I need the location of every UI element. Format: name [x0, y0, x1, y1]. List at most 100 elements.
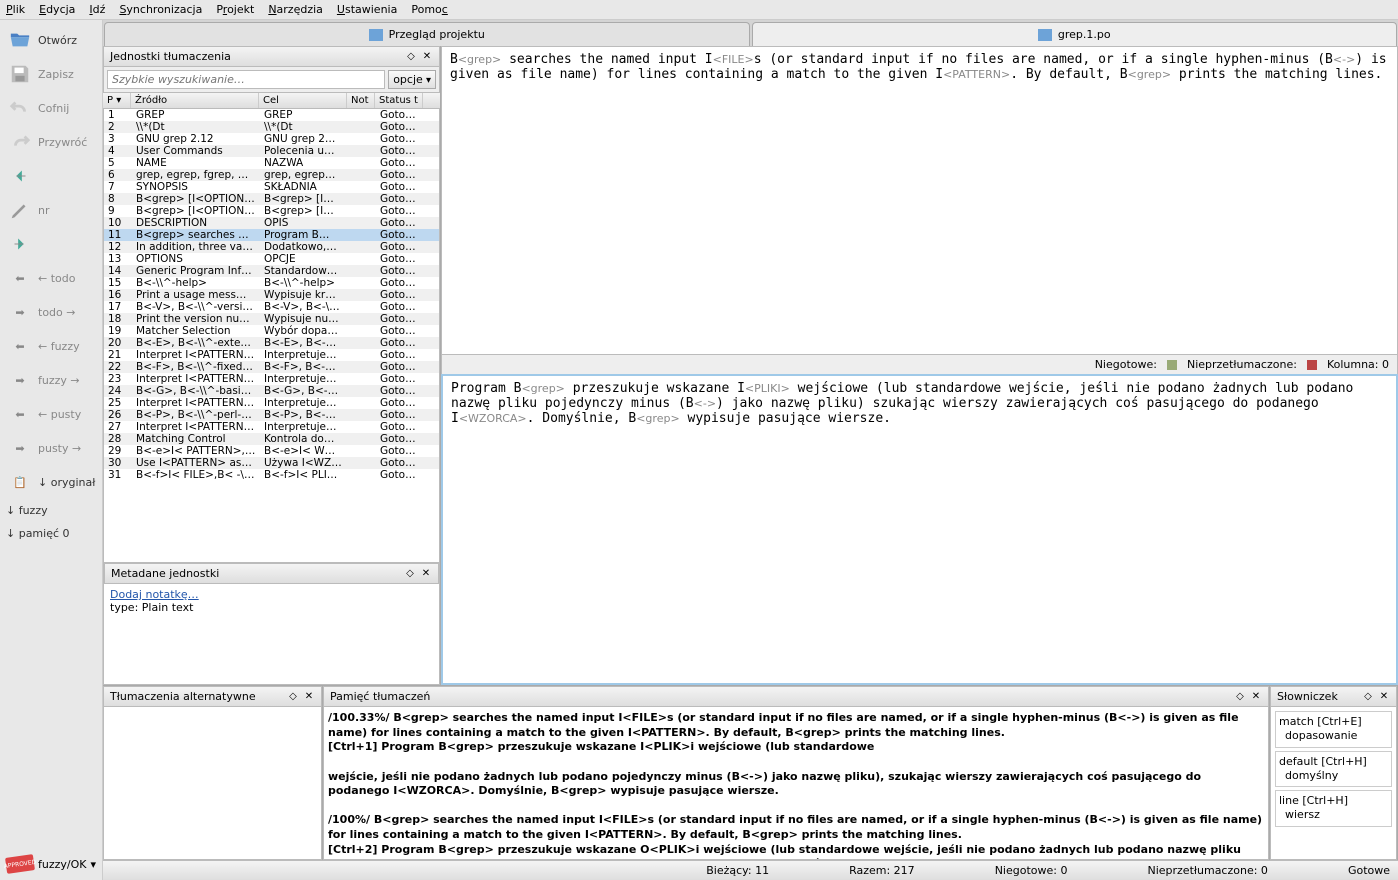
untranslated-indicator-icon	[1307, 360, 1317, 370]
close-icon[interactable]: ✕	[1250, 691, 1262, 703]
undock-icon[interactable]: ◇	[1234, 691, 1246, 703]
approved-stamp-icon: APPROVED	[5, 854, 35, 874]
pusty-left-icon: ⬅	[6, 402, 34, 426]
options-button[interactable]: opcje ▾	[388, 70, 436, 89]
glossary-panel-body[interactable]: match [Ctrl+E]dopasowaniedefault [Ctrl+H…	[1270, 707, 1397, 860]
menu-narzedzia[interactable]: Narzędzia	[268, 3, 323, 16]
fuzzy-ok-button[interactable]: APPROVED fuzzy/OK ▾	[2, 852, 100, 876]
menu-synchronizacja[interactable]: Synchronizacja	[119, 3, 202, 16]
editor-status-bar: Niegotowe: Nieprzetłumaczone: Kolumna: 0	[441, 355, 1398, 374]
document-icon	[369, 29, 383, 41]
glossary-item[interactable]: default [Ctrl+H]domyślny	[1275, 751, 1392, 788]
table-row[interactable]: 16Print a usage mess…Wypisuje kr…Gotowe	[104, 289, 439, 301]
table-row[interactable]: 22B<-F>, B<-\\^-fixed…B<-F>, B<-…Gotowe	[104, 361, 439, 373]
pusty-right-icon: ➡	[6, 436, 34, 460]
nav-prev-button[interactable]	[2, 160, 100, 192]
redo-button[interactable]: Przywróć	[2, 126, 100, 158]
glossary-item[interactable]: match [Ctrl+E]dopasowanie	[1275, 711, 1392, 748]
table-row[interactable]: 18Print the version nu…Wypisuje nu…Gotow…	[104, 313, 439, 325]
table-row[interactable]: 8B<grep> [I<OPTION…B<grep> [I…Gotowe	[104, 193, 439, 205]
fuzzy-left-button[interactable]: ⬅← fuzzy	[2, 330, 100, 362]
alt-title: Tłumaczenia alternatywne	[110, 690, 256, 703]
add-note-link[interactable]: Dodaj notatkę…	[110, 588, 199, 601]
table-row[interactable]: 10DESCRIPTIONOPISGotowe	[104, 217, 439, 229]
undo-button[interactable]: Cofnij	[2, 92, 100, 124]
undock-icon[interactable]: ◇	[404, 568, 416, 580]
pusty-left-button[interactable]: ⬅← pusty	[2, 398, 100, 430]
menu-edycja[interactable]: Edycja	[39, 3, 75, 16]
undock-icon[interactable]: ◇	[287, 691, 299, 703]
menu-ustawienia[interactable]: Ustawienia	[337, 3, 397, 16]
fuzzy-right-button[interactable]: ➡fuzzy →	[2, 364, 100, 396]
units-table[interactable]: 1GREPGREPGotowe2\\*(Dt\\*(DtGotowe3GNU g…	[103, 109, 440, 563]
table-row[interactable]: 11B<grep> searches …Program B…Gotowe	[104, 229, 439, 241]
table-row[interactable]: 20B<-E>, B<-\\^-exte…B<-E>, B<-…Gotowe	[104, 337, 439, 349]
save-button[interactable]: Zapisz	[2, 58, 100, 90]
tab-label: grep.1.po	[1058, 28, 1111, 41]
table-row[interactable]: 3GNU grep 2.12GNU grep 2…Gotowe	[104, 133, 439, 145]
table-row[interactable]: 31B<-f>I< FILE>,B< -\…B<-f>I< PLI…Gotowe	[104, 469, 439, 481]
table-row[interactable]: 5NAMENAZWAGotowe	[104, 157, 439, 169]
memory-panel-body[interactable]: /100.33%/ B<grep> searches the named inp…	[323, 707, 1269, 860]
pamiec-button[interactable]: ↓ pamięć 0	[2, 523, 100, 544]
col-target[interactable]: Cel	[259, 93, 347, 108]
table-row[interactable]: 6grep, egrep, fgrep, …grep, egrep…Gotowe	[104, 169, 439, 181]
glossary-title: Słowniczek	[1277, 690, 1338, 703]
undo-icon	[6, 96, 34, 120]
oryginal-button[interactable]: 📋↓ oryginał	[2, 466, 100, 498]
tab-grep-po[interactable]: grep.1.po	[752, 22, 1398, 46]
todo-right-icon: ➡	[6, 300, 34, 324]
todo-left-button[interactable]: ⬅← todo	[2, 262, 100, 294]
col-pv[interactable]: P ▾	[103, 93, 131, 108]
glossary-item[interactable]: line [Ctrl+H]wiersz	[1275, 790, 1392, 827]
col-status[interactable]: Status t	[375, 93, 423, 108]
close-icon[interactable]: ✕	[303, 691, 315, 703]
type-line: type: Plain text	[110, 601, 193, 614]
search-input[interactable]	[107, 70, 385, 89]
table-row[interactable]: 27Interpret I<PATTERN…Interpretuje…Gotow…	[104, 421, 439, 433]
table-row[interactable]: 17B<-V>, B<-\\^-versi…B<-V>, B<-\…Gotowe	[104, 301, 439, 313]
left-toolbar: Otwórz Zapisz Cofnij Przywróć nr ⬅← todo…	[0, 20, 103, 880]
table-row[interactable]: 2\\*(Dt\\*(DtGotowe	[104, 121, 439, 133]
alt-panel-header: Tłumaczenia alternatywne ◇ ✕	[103, 686, 322, 707]
close-icon[interactable]: ✕	[421, 51, 433, 63]
table-row[interactable]: 15B<-\\^-help>B<-\\^-help>Gotowe	[104, 277, 439, 289]
undock-icon[interactable]: ◇	[405, 51, 417, 63]
table-row[interactable]: 30Use I<PATTERN> as…Używa I<WZ…Gotowe	[104, 457, 439, 469]
pusty-right-button[interactable]: ➡pusty →	[2, 432, 100, 464]
nav-next-button[interactable]	[2, 228, 100, 260]
table-row[interactable]: 24B<-G>, B<-\\^-basi…B<-G>, B<-…Gotowe	[104, 385, 439, 397]
menu-pomoc[interactable]: Pomoc	[411, 3, 447, 16]
target-text-pane[interactable]: Program B<grep> przeszukuje wskazane I<P…	[441, 374, 1398, 685]
menu-projekt[interactable]: Projekt	[216, 3, 254, 16]
table-row[interactable]: 28Matching ControlKontrola do…Gotowe	[104, 433, 439, 445]
table-row[interactable]: 26B<-P>, B<-\\^-perl-…B<-P>, B<-…Gotowe	[104, 409, 439, 421]
table-row[interactable]: 7SYNOPSISSKŁADNIAGotowe	[104, 181, 439, 193]
arrow-left-icon	[6, 164, 34, 188]
nr-button[interactable]: nr	[2, 194, 100, 226]
table-row[interactable]: 19Matcher SelectionWybór dopa…Gotowe	[104, 325, 439, 337]
table-row[interactable]: 23Interpret I<PATTERN…Interpretuje…Gotow…	[104, 373, 439, 385]
folder-open-icon	[6, 28, 34, 52]
table-row[interactable]: 25Interpret I<PATTERN…Interpretuje…Gotow…	[104, 397, 439, 409]
table-row[interactable]: 21Interpret I<PATTERN…Interpretuje…Gotow…	[104, 349, 439, 361]
table-row[interactable]: 9B<grep> [I<OPTION…B<grep> [I…Gotowe	[104, 205, 439, 217]
menu-idz[interactable]: Idź	[89, 3, 105, 16]
fuzzy-button[interactable]: ↓ fuzzy	[2, 500, 100, 521]
fuzzy-right-icon: ➡	[6, 368, 34, 392]
open-button[interactable]: Otwórz	[2, 24, 100, 56]
table-row[interactable]: 1GREPGREPGotowe	[104, 109, 439, 121]
col-not[interactable]: Not	[347, 93, 375, 108]
todo-right-button[interactable]: ➡todo →	[2, 296, 100, 328]
tab-project-overview[interactable]: Przegląd projektu	[104, 22, 750, 46]
close-icon[interactable]: ✕	[1378, 691, 1390, 703]
undock-icon[interactable]: ◇	[1362, 691, 1374, 703]
table-row[interactable]: 12In addition, three va…Dodatkowo,…Gotow…	[104, 241, 439, 253]
table-row[interactable]: 29B<-e>I< PATTERN>,…B<-e>I< W…Gotowe	[104, 445, 439, 457]
table-row[interactable]: 13OPTIONSOPCJEGotowe	[104, 253, 439, 265]
col-source[interactable]: Źródło	[131, 93, 259, 108]
menu-plik[interactable]: Plik	[6, 3, 25, 16]
table-row[interactable]: 14Generic Program Inf…Standardow…Gotowe	[104, 265, 439, 277]
table-row[interactable]: 4User CommandsPolecenia u…Gotowe	[104, 145, 439, 157]
close-icon[interactable]: ✕	[420, 568, 432, 580]
